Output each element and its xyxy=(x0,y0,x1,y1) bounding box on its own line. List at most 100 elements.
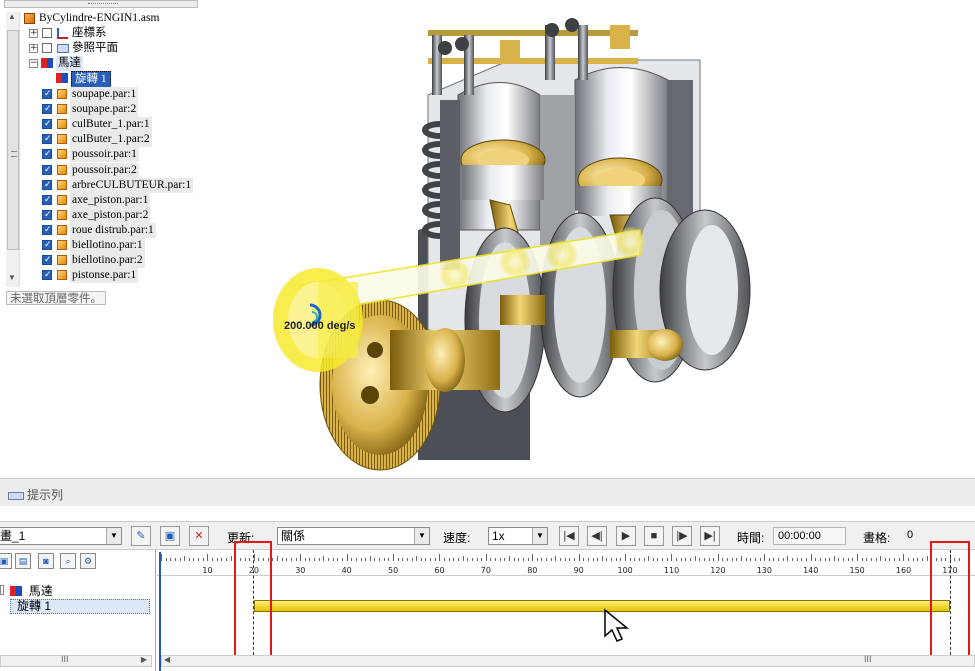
tree-vertical-scrollbar[interactable] xyxy=(6,12,20,287)
timeline-horizontal-scrollbar[interactable]: ◀ III xyxy=(161,654,975,667)
ruler-tick xyxy=(792,558,794,561)
collapse-icon[interactable]: − xyxy=(29,59,38,68)
ruler-tick xyxy=(536,558,538,561)
settings-icon[interactable]: ⚙ xyxy=(80,553,96,569)
visibility-checkbox[interactable] xyxy=(42,163,52,178)
visibility-checkbox[interactable] xyxy=(42,223,52,238)
ruler-tick xyxy=(518,558,520,561)
chevron-down-icon[interactable]: ▼ xyxy=(532,528,547,544)
animation-timeline[interactable]: 10 20 30 40 50 60 70 80 90 100 110 120 130 140 150 160 1… xyxy=(157,541,975,671)
visibility-checkbox[interactable] xyxy=(42,253,52,268)
ruler-tick xyxy=(179,558,181,561)
stop-button[interactable]: ■ xyxy=(644,526,664,546)
animation-name-dropdown[interactable]: 畫_1 ▼ xyxy=(0,527,122,545)
ruler-tick-label: 50 xyxy=(388,566,399,575)
ruler-tick xyxy=(188,558,190,561)
ruler-tick-label: 150 xyxy=(849,566,865,575)
visibility-checkbox[interactable] xyxy=(42,117,52,132)
ruler-tick xyxy=(829,558,831,561)
ruler-tick xyxy=(216,558,218,561)
visibility-checkbox[interactable] xyxy=(42,208,52,223)
filter-icon[interactable]: ⌕ xyxy=(60,553,76,569)
visibility-checkbox[interactable] xyxy=(42,178,52,193)
collapse-icon[interactable] xyxy=(0,585,4,595)
ruler-tick xyxy=(328,558,330,561)
ruler-tick xyxy=(778,558,780,561)
step-back-button[interactable]: ◀| xyxy=(587,526,607,546)
rotation-row[interactable]: 旋轉 1 xyxy=(10,599,150,614)
ruler-tick xyxy=(903,554,905,561)
visibility-checkbox[interactable] xyxy=(42,238,52,253)
ruler-tick-label: 80 xyxy=(527,566,538,575)
ruler-tick xyxy=(787,556,789,561)
ruler-tick xyxy=(221,558,223,561)
visibility-checkbox[interactable] xyxy=(42,193,52,208)
ruler-tick xyxy=(648,556,650,561)
save-animation-button[interactable]: ▣ xyxy=(160,526,180,546)
speed-dropdown[interactable]: 1x ▼ xyxy=(488,527,548,545)
ruler-tick xyxy=(527,558,529,561)
hint-bar: 提示列 xyxy=(0,478,975,506)
left-horizontal-scrollbar[interactable]: III ▶ xyxy=(0,654,152,667)
ruler-tick xyxy=(425,558,427,561)
ruler-tick xyxy=(727,558,729,561)
visibility-checkbox[interactable] xyxy=(42,28,52,38)
ruler-tick xyxy=(699,558,701,561)
play-button[interactable]: ▶ xyxy=(616,526,636,546)
motor-track-bar[interactable] xyxy=(253,600,950,612)
ruler-tick xyxy=(509,556,510,561)
scrollbar-thumb[interactable] xyxy=(7,30,19,250)
step-forward-button[interactable]: |▶ xyxy=(672,526,692,546)
attach-icon[interactable]: ▣ xyxy=(0,553,12,569)
ruler-tick xyxy=(847,558,849,561)
save-icon[interactable]: ▤ xyxy=(15,553,31,569)
assembly-icon xyxy=(24,13,35,24)
update-mode-dropdown[interactable]: 關係 ▼ xyxy=(277,527,430,545)
ruler-tick xyxy=(750,558,752,561)
scroll-down-icon[interactable]: ▼ xyxy=(8,273,16,282)
ruler-tick xyxy=(676,558,678,561)
scroll-up-icon[interactable]: ▲ xyxy=(8,12,16,21)
ruler-tick xyxy=(597,558,599,561)
camera-icon[interactable]: ◙ xyxy=(38,553,54,569)
delete-animation-button[interactable]: ✕ xyxy=(189,526,209,546)
visibility-checkbox[interactable] xyxy=(42,147,52,162)
chevron-down-icon[interactable]: ▼ xyxy=(106,528,121,544)
new-animation-button[interactable]: ✎ xyxy=(131,526,151,546)
ruler-tick xyxy=(666,558,668,561)
ruler-tick xyxy=(388,558,390,561)
ruler-tick xyxy=(341,558,343,561)
part-icon xyxy=(57,270,67,281)
ruler-tick-label: 100 xyxy=(617,566,633,575)
part-icon xyxy=(57,240,67,250)
ruler-tick xyxy=(810,554,812,561)
speed-label: 速度: xyxy=(443,531,471,545)
visibility-checkbox[interactable] xyxy=(42,132,52,147)
scroll-right-icon[interactable]: ▶ xyxy=(141,655,147,664)
ruler-tick xyxy=(490,558,492,561)
ruler-tick xyxy=(420,558,422,561)
current-time-cursor[interactable] xyxy=(159,552,161,671)
motor-speed-readout: 200.000 deg/s xyxy=(284,320,356,332)
forward-end-button[interactable]: ▶| xyxy=(700,526,720,546)
tree-root-label: ByCylindre-ENGIN1.asm xyxy=(39,12,160,24)
time-field[interactable]: 00:00:00 xyxy=(773,527,846,545)
expand-icon[interactable]: + xyxy=(29,29,38,38)
timeline-ruler[interactable]: 10 20 30 40 50 60 70 80 90 100 110 120 130 140 150 160 1… xyxy=(157,550,975,576)
3d-viewport[interactable]: 200.000 deg/s xyxy=(200,0,975,478)
ruler-tick xyxy=(773,558,775,561)
visibility-checkbox[interactable] xyxy=(42,268,52,283)
scroll-left-icon[interactable]: ◀ xyxy=(164,655,170,664)
ruler-tick-label: 160 xyxy=(895,566,912,575)
ruler-tick xyxy=(573,558,575,561)
motor-row[interactable]: 馬達 xyxy=(0,582,53,599)
visibility-checkbox[interactable] xyxy=(42,43,52,53)
visibility-checkbox[interactable] xyxy=(42,87,52,102)
ruler-tick-label: 120 xyxy=(710,566,726,575)
panel-grip[interactable] xyxy=(4,0,198,8)
expand-icon[interactable]: + xyxy=(29,44,38,53)
visibility-checkbox[interactable] xyxy=(42,102,52,117)
part-label: poussoir.par:2 xyxy=(70,162,139,178)
rewind-start-button[interactable]: |◀ xyxy=(559,526,579,546)
chevron-down-icon[interactable]: ▼ xyxy=(414,528,429,544)
